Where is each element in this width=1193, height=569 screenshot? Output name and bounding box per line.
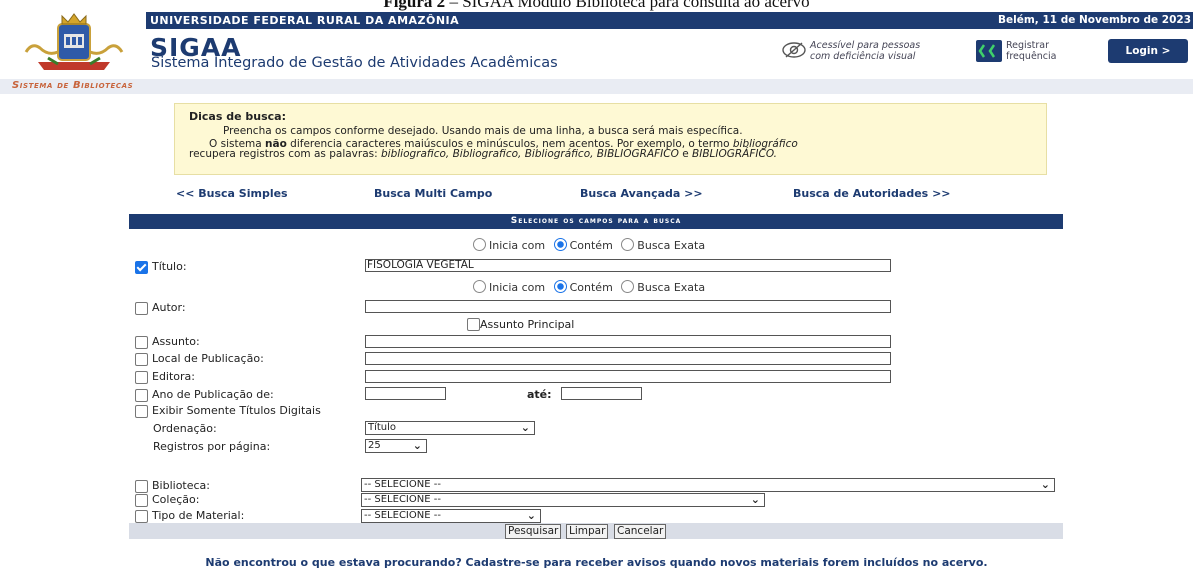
tipo-value: -- SELECIONE -- [364,510,441,521]
register-frequency-icon[interactable] [976,40,1002,62]
register-alert-note[interactable]: Não encontrou o que estava procurando? C… [0,556,1193,569]
digitais-checkbox[interactable] [135,405,148,418]
accessibility-link[interactable]: Acessível para pessoas com deficiência v… [810,40,920,62]
ordenacao-select[interactable]: Título ⌄ [365,421,535,435]
ano-ate-label: até: [527,388,552,401]
autor-checkbox[interactable] [135,302,148,315]
tips-title: Dicas de busca: [189,110,286,123]
accessibility-eye-icon[interactable] [781,38,807,62]
chevron-down-icon: ⌄ [526,509,536,522]
chevron-down-icon: ⌄ [520,421,530,434]
titulo-label: Título: [152,260,187,273]
digitais-label: Exibir Somente Títulos Digitais [152,404,321,417]
app-subtitle: Sistema Integrado de Gestão de Atividade… [151,55,558,71]
ordenacao-value: Título [368,422,397,433]
tab-busca-autoridades[interactable]: Busca de Autoridades >> [793,187,951,200]
editora-label: Editora: [152,370,196,383]
tips-line-3: recupera registros com as palavras: bibl… [189,148,777,160]
registros-label: Registros por página: [153,440,271,453]
assunto-label: Assunto: [152,335,200,348]
system-title-bar: Sistema de Bibliotecas [0,79,1193,94]
option-label: Busca Exata [637,239,706,252]
autor-exata-radio[interactable] [621,280,635,293]
autor-inicia-radio[interactable] [473,280,486,293]
accessibility-line-2: com deficiência visual [810,51,916,62]
tipo-select[interactable]: -- SELECIONE -- ⌄ [361,509,541,523]
limpar-button[interactable]: Limpar [566,524,609,539]
option-label: Contém [569,281,613,294]
ano-inicio-input[interactable] [365,387,446,400]
local-input[interactable] [365,352,891,365]
search-tips-box: Dicas de busca: Preencha os campos confo… [174,103,1047,175]
editora-input[interactable] [365,370,891,383]
tips-line-1: Preencha os campos conforme desejado. Us… [223,125,743,137]
colecao-label: Coleção: [152,493,200,506]
local-checkbox[interactable] [135,353,148,366]
autor-label: Autor: [152,301,186,314]
ano-label: Ano de Publicação de: [152,388,274,401]
chevron-down-icon: ⌄ [412,439,422,452]
titulo-checkbox[interactable] [135,261,148,274]
ano-checkbox[interactable] [135,389,148,402]
registros-value: 25 [368,440,381,451]
titulo-contem-radio[interactable] [553,238,567,251]
assunto-checkbox[interactable] [135,336,148,349]
ano-fim-input[interactable] [561,387,642,400]
option-label: Contém [569,239,613,252]
biblioteca-select[interactable]: -- SELECIONE -- ⌄ [361,478,1055,492]
system-title: Sistema de Bibliotecas [12,80,134,91]
titulo-input[interactable]: FISOLOGIA VEGETAL [365,259,891,272]
titulo-exata-radio[interactable] [621,238,635,251]
assunto-principal-checkbox[interactable] [467,318,480,331]
tipo-label: Tipo de Material: [152,509,245,522]
university-crest-icon [24,13,124,70]
colecao-checkbox[interactable] [135,494,148,507]
autor-match-options: Inicia com Contém Busca Exata [473,280,705,294]
assunto-principal-label: Assunto Principal [480,318,575,331]
colecao-select[interactable]: -- SELECIONE -- ⌄ [361,493,765,507]
colecao-value: -- SELECIONE -- [364,494,441,505]
editora-checkbox[interactable] [135,371,148,384]
option-label: Inicia com [489,281,546,294]
autor-input[interactable] [365,300,891,313]
university-name: UNIVERSIDADE FEDERAL RURAL DA AMAZÔNIA [150,14,460,27]
register-frequency-link[interactable]: Registrar frequência [1006,40,1057,62]
pesquisar-button[interactable]: Pesquisar [505,524,562,539]
login-button[interactable]: Login > [1108,39,1188,63]
top-bar: UNIVERSIDADE FEDERAL RURAL DA AMAZÔNIA B… [146,12,1193,29]
biblioteca-value: -- SELECIONE -- [364,479,441,490]
chevron-down-icon: ⌄ [750,493,760,506]
current-date: Belém, 11 de Novembro de 2023 [998,14,1191,26]
option-label: Busca Exata [637,281,706,294]
tab-busca-multi-campo[interactable]: Busca Multi Campo [374,187,492,200]
chevron-down-icon: ⌄ [1040,478,1050,491]
tab-busca-simples[interactable]: << Busca Simples [176,187,288,200]
tab-busca-avancada[interactable]: Busca Avançada >> [580,187,703,200]
form-heading: Selecione os campos para a busca [129,214,1063,229]
registros-select[interactable]: 25 ⌄ [365,439,427,453]
register-line-1: Registrar [1006,40,1049,51]
option-label: Inicia com [489,239,546,252]
local-label: Local de Publicação: [152,352,264,365]
titulo-inicia-radio[interactable] [473,238,486,251]
search-form: Selecione os campos para a busca Inicia … [129,214,1063,554]
cancelar-button[interactable]: Cancelar [614,524,667,539]
biblioteca-checkbox[interactable] [135,480,148,493]
assunto-input[interactable] [365,335,891,348]
register-line-2: frequência [1006,51,1057,62]
autor-contem-radio[interactable] [553,280,567,293]
titulo-match-options: Inicia com Contém Busca Exata [473,238,705,252]
biblioteca-label: Biblioteca: [152,479,211,492]
accessibility-line-1: Acessível para pessoas [810,40,921,51]
figure-caption: Figura 2 – SIGAA Módulo Biblioteca para … [383,0,810,11]
tipo-checkbox[interactable] [135,510,148,523]
ordenacao-label: Ordenação: [153,422,217,435]
